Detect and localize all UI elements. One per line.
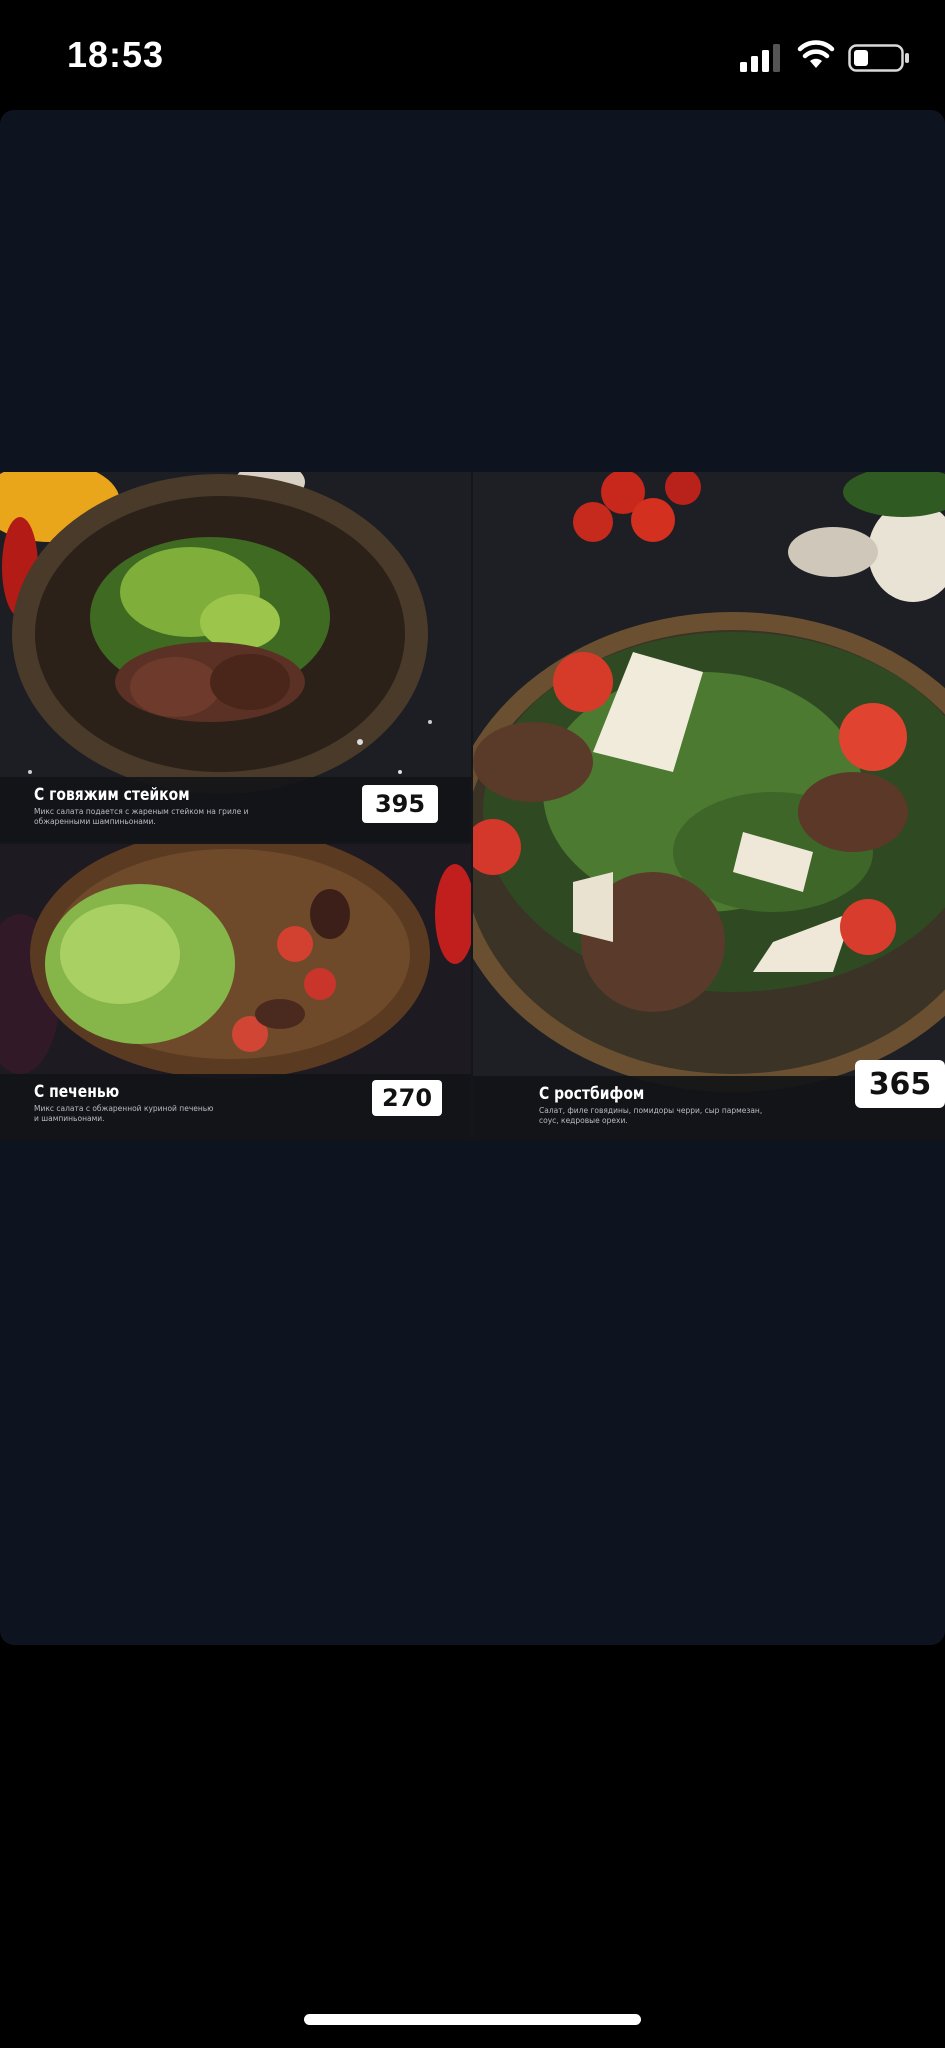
price-tag: 395 [362,785,438,823]
price-tag: 270 [372,1080,442,1116]
dish-card-beef-steak[interactable]: С говяжим стейком Микс салата подается с… [0,777,471,842]
dish-card-liver[interactable]: С печенью Микс салата с обжаренной курин… [0,1074,471,1140]
image-viewer[interactable]: С говяжим стейком Микс салата подается с… [0,110,945,1645]
menu-image[interactable]: С говяжим стейком Микс салата подается с… [0,472,945,1140]
dish-card-roast-beef[interactable]: С ростбифом Салат, филе говядины, помидо… [473,1060,945,1140]
dish-description: Салат, филе говядины, помидоры черри, сы… [539,1106,763,1125]
dish-photo-roast-beef [473,472,945,1140]
price-tag: 365 [855,1060,945,1108]
status-time: 18:53 [67,34,165,75]
dish-title: С говяжим стейком [34,785,190,805]
dish-description: Микс салата с обжаренной куриной печенью… [34,1104,214,1123]
battery-icon [848,44,909,72]
cellular-signal-icon [740,44,780,72]
status-bar: 18:53 [0,0,945,110]
dish-title: С печенью [34,1082,120,1102]
home-indicator[interactable] [304,2014,641,2025]
wifi-icon [797,40,835,68]
dish-title: С ростбифом [539,1084,645,1104]
dish-description: Микс салата подается с жареным стейком н… [34,807,249,826]
